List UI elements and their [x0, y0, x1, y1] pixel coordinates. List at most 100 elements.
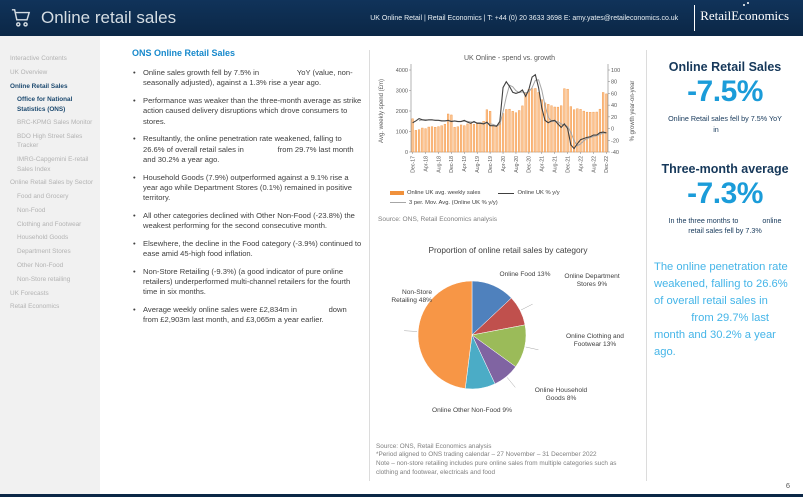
footnote: Source: ONS, Retail Economics analysis	[376, 443, 640, 452]
sidebar-item-other-non-food[interactable]: Other Non-Food	[10, 261, 95, 270]
pie-label-other-non-food: Online Other Non-Food 9%	[430, 407, 514, 415]
svg-text:0: 0	[611, 127, 614, 133]
svg-text:Apr-20: Apr-20	[501, 156, 507, 172]
retail-economics-logo: RetailEconomics	[694, 5, 791, 31]
footnote: *Period aligned to ONS trading calendar …	[376, 451, 640, 460]
bullet-item: Elsewhere, the decline in the Food categ…	[132, 239, 364, 260]
bullet-list: Online sales growth fell by 7.5% in YoY …	[132, 68, 364, 326]
svg-text:Apr-22: Apr-22	[578, 156, 584, 172]
sidebar-item-imrg-capgemini[interactable]: IMRG-Capgemini E-retail Sales Index	[10, 155, 95, 174]
stats-column: Online Retail Sales -7.5% Online Retail …	[652, 48, 798, 361]
pie-label-clothing-footwear: Online Clothing and Footwear 13%	[558, 333, 632, 349]
column-divider	[646, 50, 647, 481]
bullet-item: All other categories declined with Other…	[132, 211, 364, 232]
svg-text:Dec-18: Dec-18	[449, 156, 455, 173]
svg-text:Aug-20: Aug-20	[514, 156, 520, 173]
svg-text:2000: 2000	[396, 109, 408, 115]
stat-heading-three-month: Three-month average	[652, 162, 798, 176]
pie-label-department-stores: Online Department Stores 9%	[560, 273, 624, 289]
sidebar-item-uk-forecasts[interactable]: UK Forecasts	[10, 289, 95, 298]
sidebar-item-online-retail-sales[interactable]: Online Retail Sales	[10, 82, 95, 91]
svg-text:60: 60	[611, 91, 617, 97]
shopping-cart-icon	[10, 8, 32, 28]
header-contact: UK Online Retail | Retail Economics | T:…	[370, 15, 678, 22]
sidebar-item-food-grocery[interactable]: Food and Grocery	[10, 192, 95, 201]
svg-text:-40: -40	[611, 150, 619, 156]
page-number: 6	[786, 481, 790, 490]
svg-text:Dec-17: Dec-17	[410, 156, 416, 173]
pie-panel: Proportion of online retail sales by cat…	[376, 245, 640, 441]
svg-text:Apr-18: Apr-18	[423, 156, 429, 172]
legend-swatch-yoy-line	[498, 193, 514, 194]
svg-text:Aug-22: Aug-22	[591, 156, 597, 173]
sidebar-item-non-food[interactable]: Non-Food	[10, 206, 95, 215]
section-heading: ONS Online Retail Sales	[132, 48, 364, 58]
sidebar-item-department-stores[interactable]: Department Stores	[10, 247, 95, 256]
svg-text:1000: 1000	[396, 130, 408, 136]
bullet-item: Average weekly online sales were £2,834m…	[132, 305, 364, 326]
pie-label-household-goods: Online Household Goods 8%	[528, 387, 594, 403]
pie-label-non-store: Non-Store Retailing 48%	[376, 289, 432, 305]
svg-text:40: 40	[611, 103, 617, 109]
spend-vs-growth-chart: UK Online - spend vs. growth010002000300…	[376, 48, 638, 188]
stat-value-yoy: -7.5%	[652, 75, 798, 109]
stat-value-three-month: -7.3%	[652, 177, 798, 211]
svg-text:Dec-19: Dec-19	[488, 156, 494, 173]
stat-heading-online-retail-sales: Online Retail Sales	[652, 60, 798, 74]
svg-text:100: 100	[611, 68, 620, 74]
svg-text:Dec-21: Dec-21	[565, 156, 571, 173]
footnotes: Source: ONS, Retail Economics analysis *…	[376, 443, 640, 478]
sidebar: Interactive Contents UK Overview Online …	[0, 36, 100, 494]
svg-text:% growth year-on-year: % growth year-on-year	[630, 81, 636, 142]
chart-source: Source: ONS, Retail Economics analysis	[378, 216, 640, 223]
svg-text:0: 0	[405, 150, 408, 156]
bullet-item: Household Goods (7.9%) outperformed agai…	[132, 173, 364, 204]
sidebar-item-brc-kpmg[interactable]: BRC-KPMG Sales Monitor	[10, 118, 95, 127]
sidebar-item-clothing-footwear[interactable]: Clothing and Footwear	[10, 220, 95, 229]
svg-text:Apr-19: Apr-19	[462, 156, 468, 172]
commentary-section: ONS Online Retail Sales Online sales gro…	[132, 48, 364, 333]
footnote: Note – non-store retailing includes pure…	[376, 460, 640, 478]
svg-text:Avg. weekly spend (£m): Avg. weekly spend (£m)	[379, 79, 385, 143]
sidebar-item-ons[interactable]: Office for National Statistics (ONS)	[10, 95, 95, 114]
stat-caption-three-month: In the three months to online retail sal…	[666, 216, 784, 238]
svg-text:Dec-20: Dec-20	[527, 156, 533, 173]
bullet-item: Resultantly, the online penetration rate…	[132, 134, 364, 165]
column-divider	[369, 50, 370, 481]
sidebar-item-household-goods[interactable]: Household Goods	[10, 233, 95, 242]
legend-swatch-bars	[390, 191, 404, 195]
svg-text:UK Online - spend vs. growth: UK Online - spend vs. growth	[464, 55, 555, 62]
svg-text:3000: 3000	[396, 89, 408, 95]
report-page: Online retail sales UK Online Retail | R…	[0, 0, 803, 497]
bullet-item: Performance was weaker than the three-mo…	[132, 96, 364, 127]
legend-label: 3 per. Mov. Avg. (Online UK % y/y)	[409, 200, 498, 206]
sidebar-item-uk-overview[interactable]: UK Overview	[10, 68, 95, 77]
legend-label: Online UK avg. weekly sales	[407, 190, 480, 196]
svg-text:20: 20	[611, 115, 617, 121]
sidebar-item-retail-economics[interactable]: Retail Economics	[10, 302, 95, 311]
header-bar: Online retail sales UK Online Retail | R…	[0, 0, 803, 36]
bullet-item: Non-Store Retailing (-9.3%) (a good indi…	[132, 267, 364, 298]
charts-column: UK Online - spend vs. growth010002000300…	[376, 48, 640, 478]
svg-text:Apr-21: Apr-21	[540, 156, 546, 172]
svg-text:4000: 4000	[396, 68, 408, 74]
page-title: Online retail sales	[41, 8, 176, 28]
legend-swatch-mavg-line	[390, 202, 406, 203]
logo-dots	[743, 4, 745, 6]
sidebar-item-sales-by-sector[interactable]: Online Retail Sales by Sector	[10, 178, 95, 187]
pie-chart-title: Proportion of online retail sales by cat…	[376, 245, 640, 255]
svg-text:Dec-22: Dec-22	[604, 156, 610, 173]
svg-text:Aug-21: Aug-21	[553, 156, 559, 173]
legend-label: Online UK % y/y	[517, 190, 559, 196]
chart-legend: Online UK avg. weekly sales Online UK % …	[390, 190, 640, 206]
svg-text:80: 80	[611, 80, 617, 86]
pie-label-online-food: Online Food 13%	[496, 271, 554, 279]
svg-text:Aug-18: Aug-18	[436, 156, 442, 173]
logo-text: RetailEconomics	[700, 8, 789, 23]
penetration-quote: The online penetration rate weakened, fa…	[652, 259, 798, 361]
stat-caption-yoy: Online Retail sales fell by 7.5% YoY in	[666, 114, 784, 136]
sidebar-item-interactive-contents[interactable]: Interactive Contents	[10, 54, 95, 63]
sidebar-item-non-store-retailing[interactable]: Non-Store retailing	[10, 275, 95, 284]
sidebar-item-bdo-tracker[interactable]: BDO High Street Sales Tracker	[10, 132, 95, 151]
bullet-item: Online sales growth fell by 7.5% in YoY …	[132, 68, 364, 89]
